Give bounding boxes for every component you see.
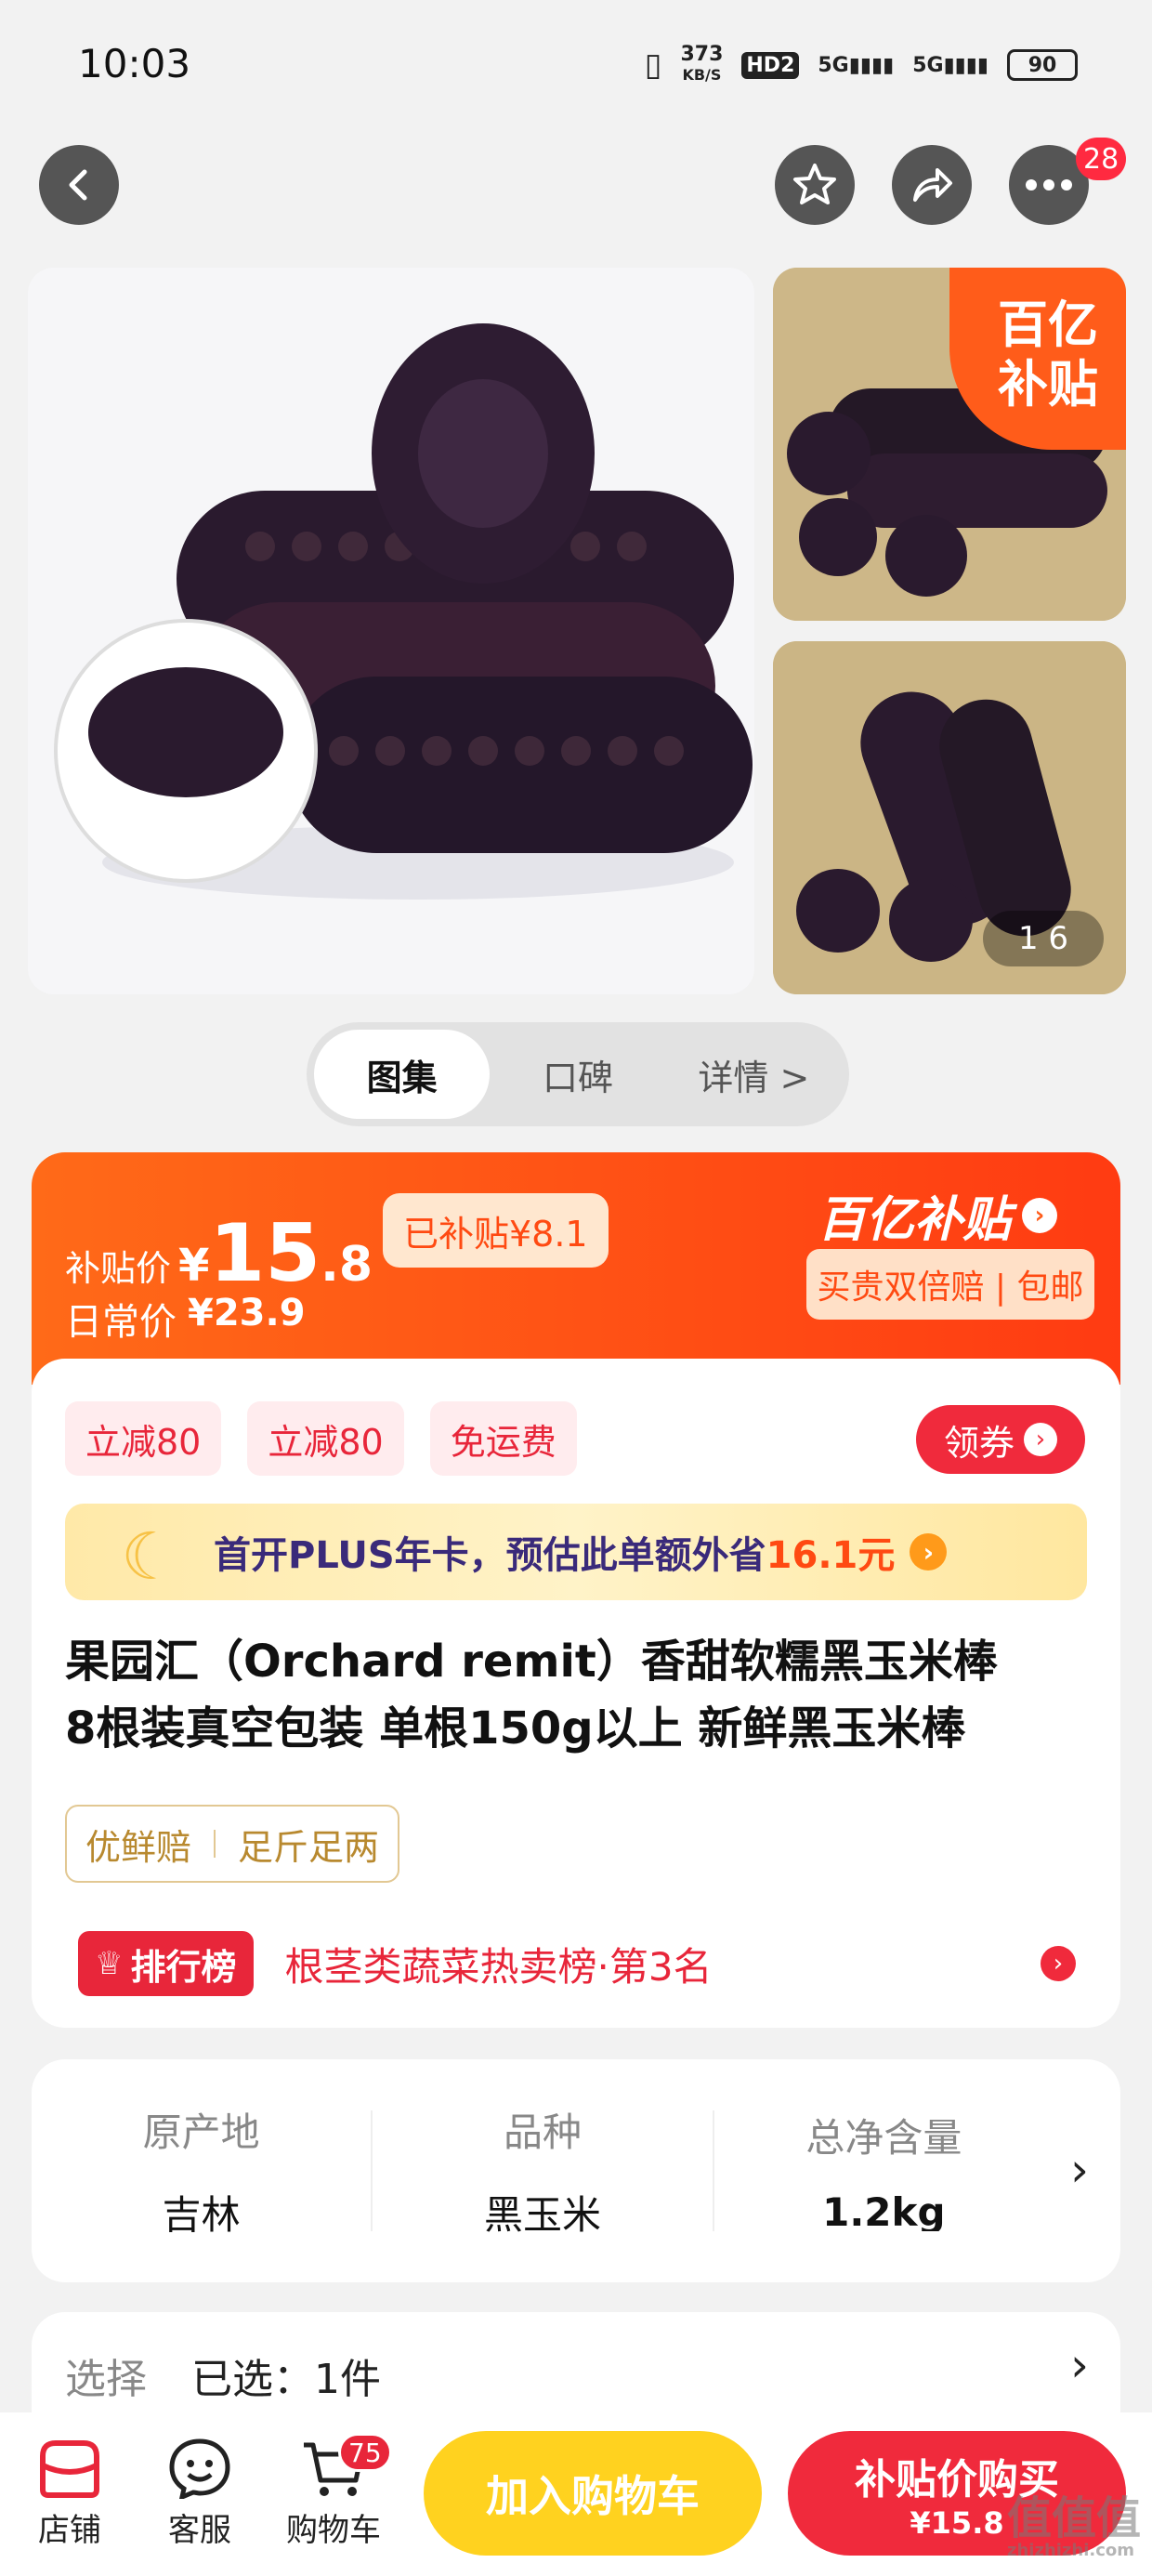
coupon-tag[interactable]: 立减80 bbox=[247, 1401, 404, 1476]
price-banner: 补贴价 ¥ 15 .8 已补贴¥8.1 日常价 ¥23.9 百亿补贴 › 买贵双… bbox=[32, 1152, 1120, 1385]
ranking-row[interactable]: ♕ 排行榜 根茎类蔬菜热卖榜·第3名 › bbox=[78, 1929, 1091, 1998]
plus-banner[interactable]: ☾ 首开PLUS年卡，预估此单额外省 16.1元 › bbox=[65, 1504, 1087, 1600]
chevron-right-icon: › bbox=[1022, 1197, 1058, 1233]
product-info-card: 立减80 立减80 免运费 领券 › ☾ 首开PLUS年卡，预估此单额外省 16… bbox=[32, 1359, 1120, 2028]
product-thumb-1[interactable]: 百亿 补贴 bbox=[773, 268, 1126, 621]
trophy-icon: ♕ bbox=[95, 1945, 124, 1982]
product-main-image[interactable] bbox=[28, 268, 754, 994]
coupon-tag[interactable]: 立减80 bbox=[65, 1401, 222, 1476]
divider bbox=[214, 1830, 216, 1858]
chevron-right-icon: › bbox=[1024, 1423, 1057, 1456]
chat-face-icon bbox=[169, 2438, 230, 2499]
star-icon bbox=[793, 164, 836, 204]
spec-card[interactable]: 原产地 吉林 品种 黑玉米 总净含量 1.2kg › bbox=[32, 2059, 1120, 2282]
spec-variety: 品种 黑玉米 bbox=[483, 2109, 601, 2238]
chevron-right-icon: › bbox=[910, 1533, 948, 1571]
vibrate-icon: ▯ bbox=[644, 46, 662, 84]
share-button[interactable] bbox=[892, 145, 972, 225]
shop-button[interactable]: 店铺 bbox=[0, 2424, 139, 2563]
share-icon bbox=[913, 168, 952, 202]
signal-5g-icon: 5G▮▮▮▮ bbox=[818, 53, 895, 77]
free-shipping-tag[interactable]: 免运费 bbox=[429, 1401, 577, 1476]
cart-count-badge: 75 bbox=[338, 2433, 392, 2472]
back-button[interactable] bbox=[39, 145, 119, 225]
chevron-right-icon: › bbox=[1070, 2338, 1089, 2392]
subsidy-price: 补贴价 ¥ 15 .8 bbox=[65, 1207, 373, 1300]
spec-origin: 原产地 吉林 bbox=[142, 2109, 260, 2238]
hd-icon: HD2 bbox=[741, 51, 800, 79]
product-title: 果园汇（Orchard remit）香甜软糯黑玉米棒 8根装真空包装 单根150… bbox=[65, 1636, 998, 1755]
status-time: 10:03 bbox=[78, 41, 191, 86]
chevron-right-icon: › bbox=[1041, 1946, 1076, 1981]
tab-details[interactable]: 详情 > bbox=[666, 1030, 842, 1119]
net-speed: 373 KB/S bbox=[680, 43, 724, 85]
chevron-left-icon bbox=[69, 169, 87, 201]
status-bar: 10:03 ▯ 373 KB/S HD2 5G▮▮▮▮ 5G▮▮▮▮ 90 bbox=[0, 0, 1152, 139]
section-tabs: 图集 口碑 详情 > bbox=[307, 1022, 849, 1126]
daily-price: 日常价 ¥23.9 bbox=[65, 1292, 306, 1344]
image-counter: 1 6 bbox=[983, 911, 1104, 966]
ranking-badge: ♕ 排行榜 bbox=[78, 1931, 254, 1996]
tab-reviews[interactable]: 口碑 bbox=[490, 1030, 665, 1119]
tab-gallery[interactable]: 图集 bbox=[314, 1030, 491, 1119]
coupon-list: 立减80 立减80 免运费 bbox=[65, 1401, 577, 1476]
site-watermark: 值值值 zhizhizhi.com bbox=[1007, 2492, 1142, 2560]
service-tags[interactable]: 优鲜赔 足斤足两 bbox=[65, 1805, 400, 1883]
get-coupon-button[interactable]: 领券 › bbox=[916, 1405, 1085, 1474]
spec-net-weight: 总净含量 1.2kg bbox=[805, 2115, 962, 2231]
guarantee-text: 买贵双倍赔 | 包邮 bbox=[806, 1249, 1094, 1320]
subsidized-tag: 已补贴¥8.1 bbox=[383, 1193, 609, 1268]
selection-row: 选择 已选：1件 bbox=[65, 2356, 381, 2403]
signal-5g-icon-2: 5G▮▮▮▮ bbox=[912, 53, 988, 77]
brand-subsidy-link[interactable]: 百亿补贴 › bbox=[818, 1180, 1058, 1250]
black-corn-image bbox=[54, 323, 753, 900]
shop-icon bbox=[40, 2439, 99, 2498]
chevron-right-icon: › bbox=[1070, 2143, 1089, 2197]
message-badge: 28 bbox=[1076, 138, 1127, 180]
customer-service-button[interactable]: 客服 bbox=[130, 2424, 269, 2563]
more-dots-icon bbox=[1026, 179, 1072, 191]
bottom-action-bar: 店铺 客服 购物车 75 加入购物车 补贴价购买 ¥15.8 bbox=[0, 2412, 1152, 2576]
add-to-cart-button[interactable]: 加入购物车 bbox=[424, 2431, 762, 2556]
status-icons: ▯ 373 KB/S HD2 5G▮▮▮▮ 5G▮▮▮▮ 90 bbox=[645, 45, 1078, 85]
favorite-button[interactable] bbox=[775, 145, 855, 225]
crescent-icon: ☾ bbox=[121, 1518, 179, 1595]
battery-icon: 90 bbox=[1007, 49, 1078, 81]
